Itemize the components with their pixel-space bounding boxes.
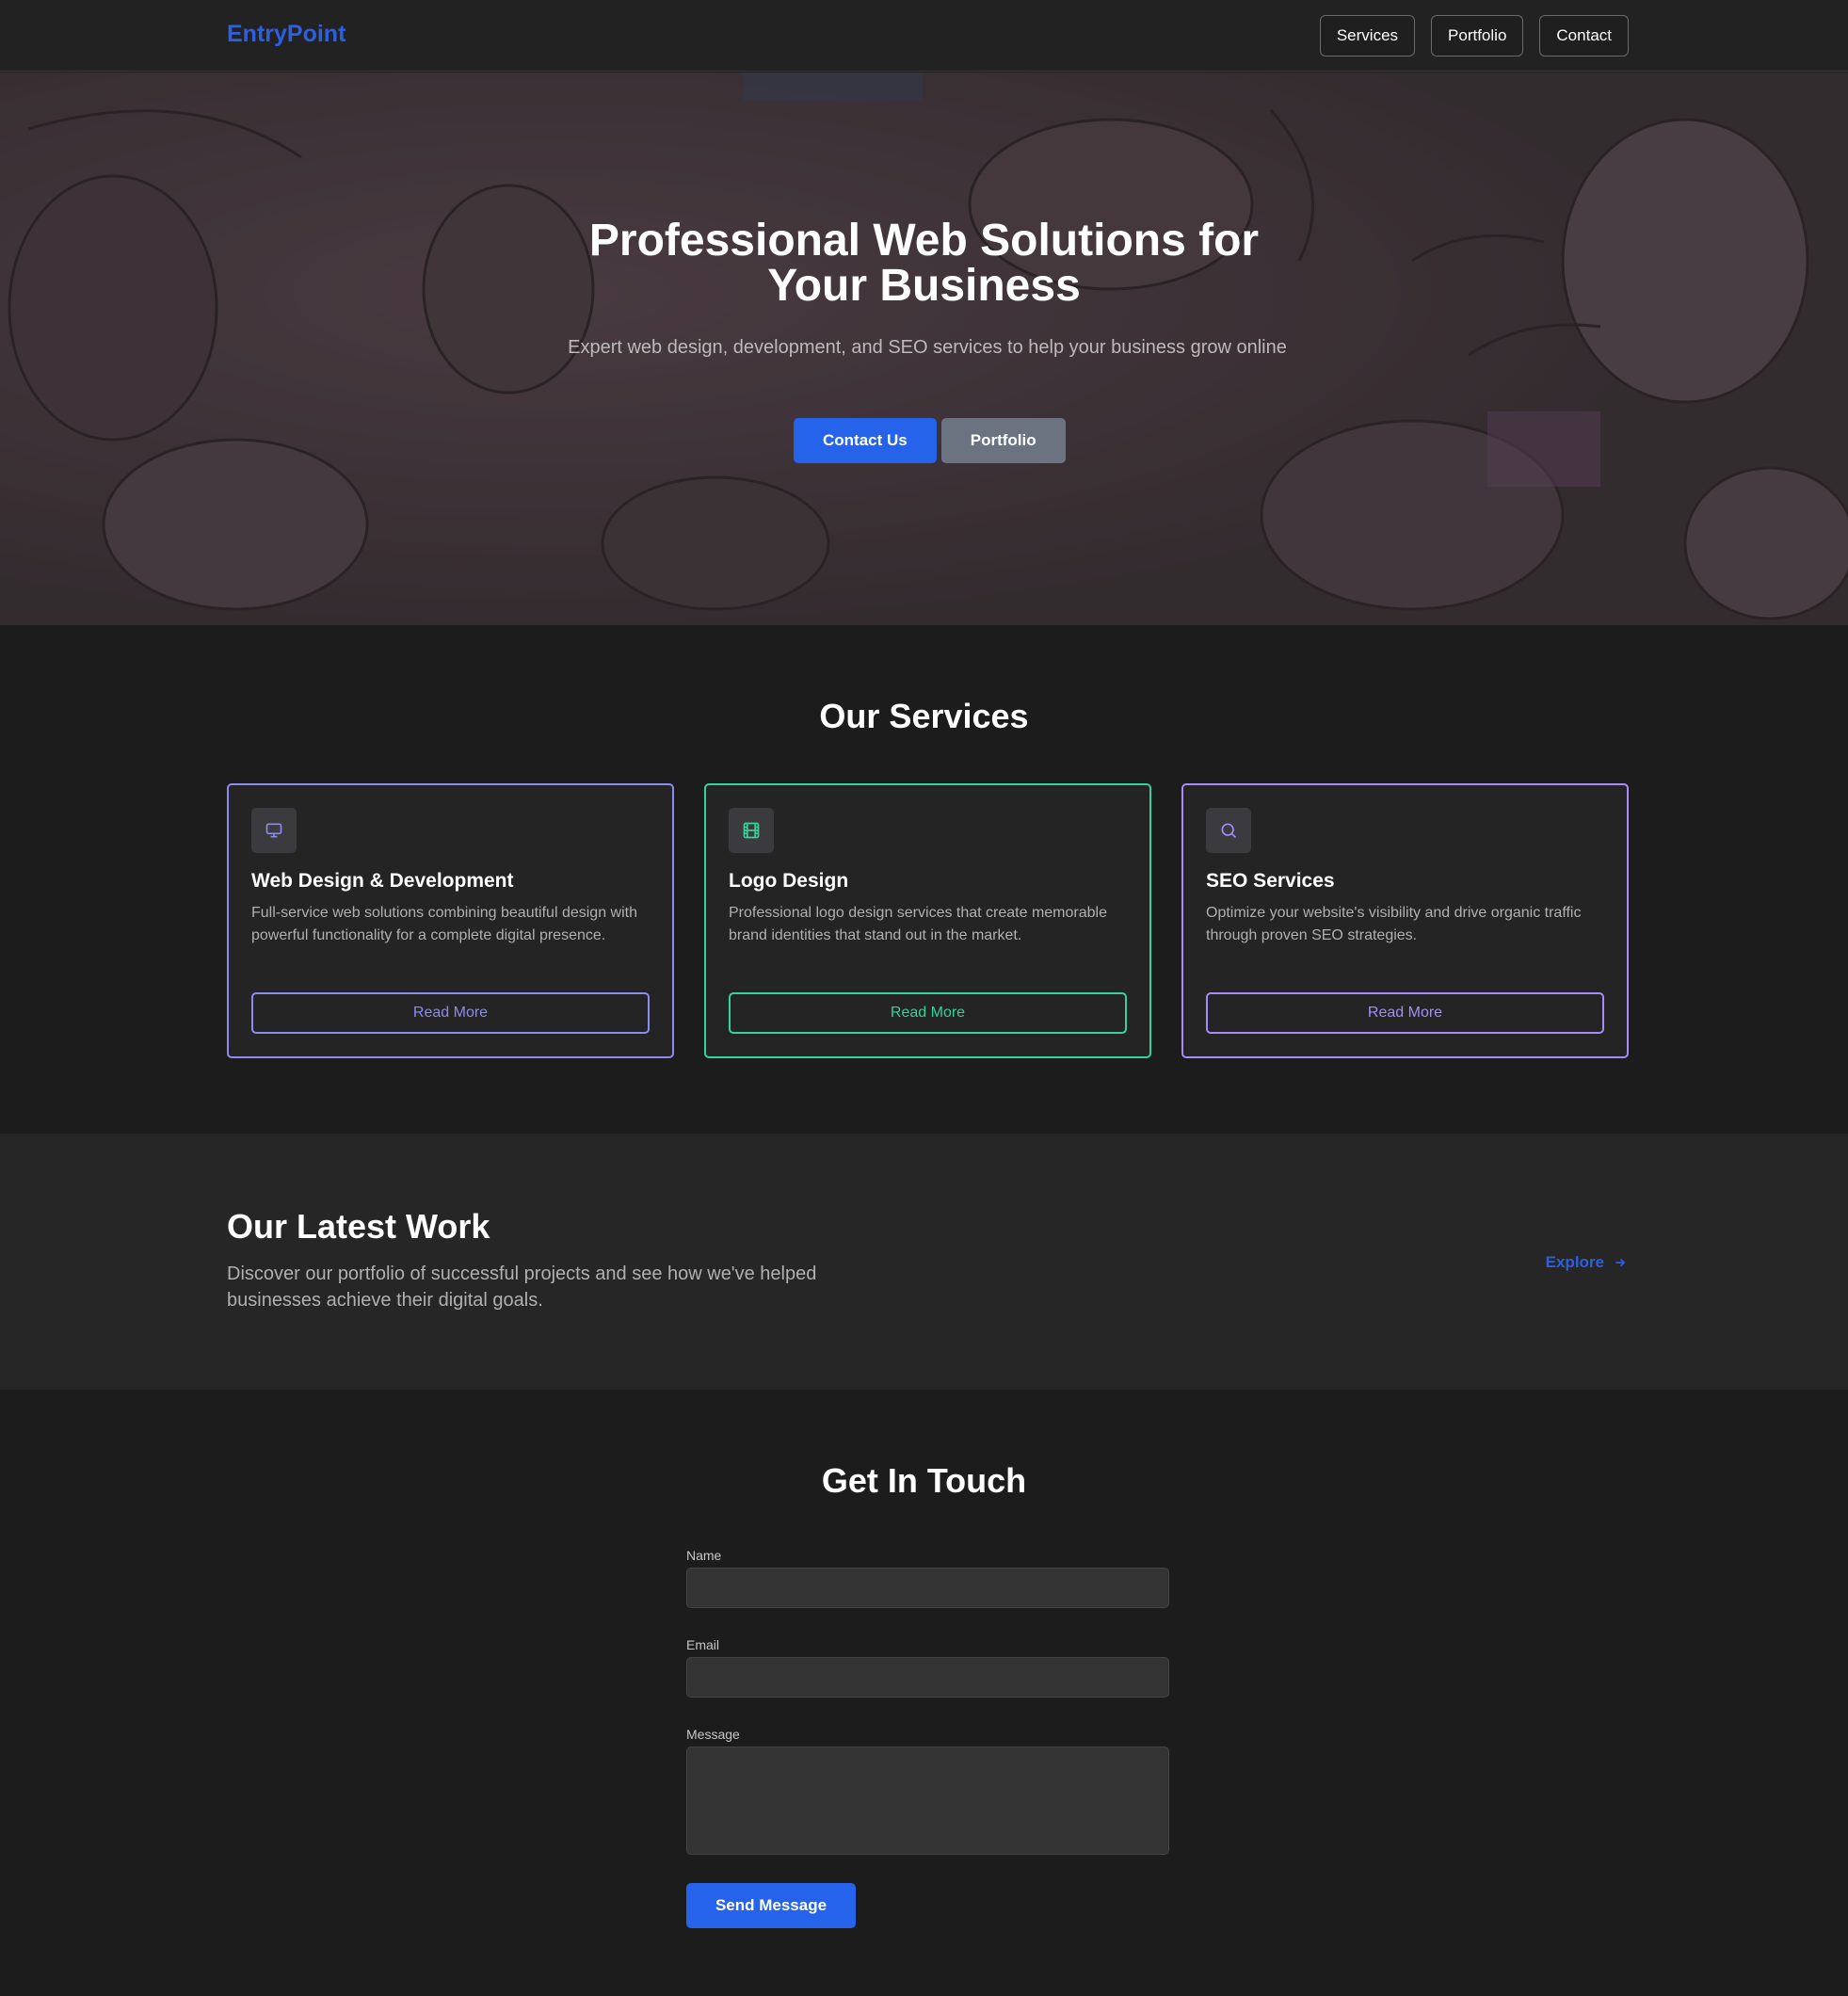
nav-services-button[interactable]: Services (1319, 15, 1416, 56)
portfolio-button[interactable]: Portfolio (940, 418, 1066, 463)
name-label: Name (686, 1548, 722, 1563)
film-icon (729, 808, 774, 853)
email-label: Email (686, 1637, 720, 1652)
explore-label: Explore (1545, 1253, 1604, 1271)
main-nav: Services Portfolio Contact (1319, 15, 1629, 56)
service-card-seo: SEO Services Optimize your website's vis… (1181, 783, 1629, 1058)
send-message-button[interactable]: Send Message (686, 1883, 856, 1928)
nav-portfolio-button[interactable]: Portfolio (1431, 15, 1524, 56)
latest-work-description: Discover our portfolio of successful pro… (227, 1264, 817, 1311)
latest-work-title: Our Latest Work (227, 1207, 490, 1246)
card-description: Full-service web solutions combining bea… (251, 905, 637, 943)
contact-section: Get In Touch Name Email Message Send Mes… (0, 1390, 1848, 1996)
message-label: Message (686, 1727, 740, 1742)
contact-title: Get In Touch (821, 1461, 1027, 1500)
nav-contact-button[interactable]: Contact (1539, 15, 1629, 56)
services-cards: Web Design & Development Full-service we… (227, 783, 1629, 1058)
brand-logo[interactable]: EntryPoint (227, 21, 345, 48)
card-title: Web Design & Development (251, 870, 514, 892)
site-header: EntryPoint Services Portfolio Contact (0, 0, 1848, 72)
hero-subtitle: Expert web design, development, and SEO … (568, 337, 1287, 358)
read-more-button[interactable]: Read More (251, 992, 650, 1034)
monitor-icon (251, 808, 297, 853)
services-section: Our Services Web Design & Development Fu… (0, 625, 1848, 1134)
read-more-button[interactable]: Read More (729, 992, 1127, 1034)
arrow-right-icon (1615, 1258, 1626, 1267)
hero-actions: Contact Us Portfolio (794, 418, 1066, 463)
hero-title-line: Professional Web Solutions for (588, 216, 1260, 266)
email-field[interactable] (686, 1657, 1169, 1698)
name-field[interactable] (686, 1568, 1169, 1608)
contact-us-button[interactable]: Contact Us (794, 418, 937, 463)
card-description: Professional logo design services that c… (729, 905, 1107, 943)
service-card-logo-design: Logo Design Professional logo design ser… (704, 783, 1151, 1058)
card-title: Logo Design (729, 870, 849, 892)
services-title: Our Services (819, 697, 1029, 735)
hero-title: Professional Web Solutions for Your Busi… (0, 218, 1848, 309)
read-more-button[interactable]: Read More (1206, 992, 1604, 1034)
explore-link[interactable]: Explore (1546, 1253, 1627, 1272)
card-description: Optimize your website's visibility and d… (1206, 905, 1582, 943)
hero-section: Professional Web Solutions for Your Busi… (0, 72, 1848, 625)
message-field[interactable] (686, 1746, 1169, 1855)
card-title: SEO Services (1206, 870, 1335, 892)
search-icon (1206, 808, 1251, 853)
latest-work-section: Our Latest Work Discover our portfolio o… (0, 1134, 1848, 1390)
contact-form: Name Email Message Send Message (686, 1548, 1169, 1928)
hero-title-line: Your Business (767, 261, 1081, 311)
service-card-web-design: Web Design & Development Full-service we… (227, 783, 674, 1058)
